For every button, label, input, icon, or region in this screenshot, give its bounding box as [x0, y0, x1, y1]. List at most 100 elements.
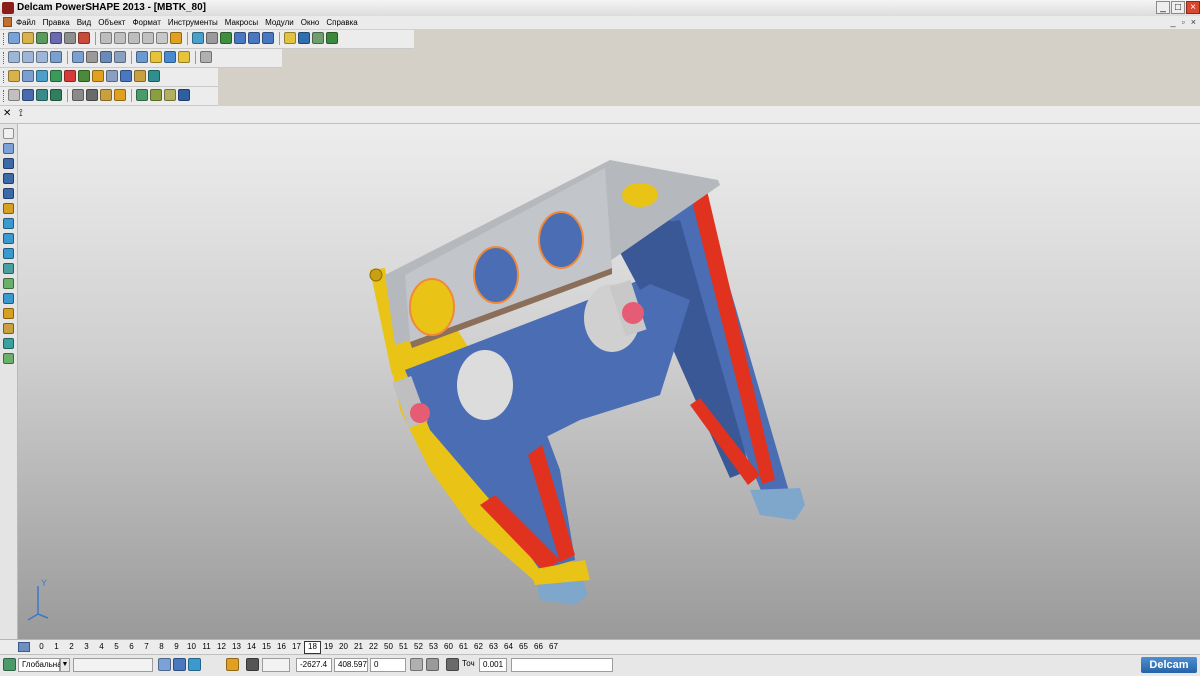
toolbar-tool-icon[interactable] — [136, 51, 148, 63]
level-button[interactable]: 12 — [214, 640, 229, 654]
toolbar-tool-icon[interactable] — [326, 32, 338, 44]
grid-field[interactable] — [262, 658, 290, 672]
level-button[interactable]: 22 — [366, 640, 381, 654]
menu-modules[interactable]: Модули — [265, 16, 294, 29]
toolbar-grip[interactable] — [3, 71, 6, 83]
toolbar-tool-icon[interactable] — [312, 32, 324, 44]
toolbar-tool-icon[interactable] — [136, 89, 148, 101]
workplane-select[interactable]: Глобальная — [18, 658, 66, 672]
level-button[interactable]: 21 — [351, 640, 366, 654]
toolbar-tool-icon[interactable] — [36, 51, 48, 63]
pin-icon[interactable]: ⟟ — [19, 108, 23, 119]
level-button[interactable]: 65 — [516, 640, 531, 654]
side-tool-icon[interactable] — [3, 233, 14, 244]
toolbar-tool-icon[interactable] — [192, 32, 204, 44]
toolbar-tool-icon[interactable] — [100, 89, 112, 101]
menu-file[interactable]: Файл — [16, 16, 36, 29]
toolbar-tool-icon[interactable] — [220, 32, 232, 44]
side-tool-icon[interactable] — [3, 338, 14, 349]
toolbar-tool-icon[interactable] — [164, 51, 176, 63]
snap-icon[interactable] — [173, 658, 186, 671]
side-tool-icon[interactable] — [3, 158, 14, 169]
toolbar-tool-icon[interactable] — [100, 51, 112, 63]
level-button[interactable]: 5 — [109, 640, 124, 654]
maximize-button[interactable]: □ — [1171, 1, 1185, 14]
menu-window[interactable]: Окно — [301, 16, 320, 29]
side-tool-icon[interactable] — [3, 308, 14, 319]
side-tool-icon[interactable] — [3, 128, 14, 139]
toolbar-tool-icon[interactable] — [248, 32, 260, 44]
level-button[interactable]: 13 — [229, 640, 244, 654]
toolbar-tool-icon[interactable] — [164, 89, 176, 101]
coord-mode-icon[interactable] — [410, 658, 423, 671]
toolbar-tool-icon[interactable] — [142, 32, 154, 44]
toolbar-tool-icon[interactable] — [8, 32, 20, 44]
level-button[interactable]: 1 — [49, 640, 64, 654]
side-tool-icon[interactable] — [3, 143, 14, 154]
level-button[interactable]: 2 — [64, 640, 79, 654]
toolbar-tool-icon[interactable] — [72, 89, 84, 101]
toolbar-tool-icon[interactable] — [114, 89, 126, 101]
level-button[interactable]: 6 — [124, 640, 139, 654]
toolbar-tool-icon[interactable] — [120, 70, 132, 82]
levels-icon[interactable] — [18, 642, 30, 652]
toolbar-tool-icon[interactable] — [100, 32, 112, 44]
toolbar-tool-icon[interactable] — [178, 51, 190, 63]
level-button[interactable]: 50 — [381, 640, 396, 654]
level-button[interactable]: 11 — [199, 640, 214, 654]
menu-object[interactable]: Объект — [98, 16, 125, 29]
doc-restore-button[interactable]: ▫ — [1182, 16, 1185, 29]
level-button[interactable]: 67 — [546, 640, 561, 654]
menu-view[interactable]: Вид — [77, 16, 91, 29]
toolbar-tool-icon[interactable] — [36, 70, 48, 82]
toolbar-tool-icon[interactable] — [178, 89, 190, 101]
menu-macros[interactable]: Макросы — [225, 16, 258, 29]
doc-close-button[interactable]: × — [1191, 16, 1196, 29]
coord-mode-icon[interactable] — [426, 658, 439, 671]
coord-z[interactable]: 0 — [370, 658, 406, 672]
toolbar-tool-icon[interactable] — [86, 51, 98, 63]
snap-icon[interactable] — [158, 658, 171, 671]
toolbar-tool-icon[interactable] — [8, 51, 20, 63]
toolbar-tool-icon[interactable] — [298, 32, 310, 44]
toolbar-tool-icon[interactable] — [64, 32, 76, 44]
level-button[interactable]: 7 — [139, 640, 154, 654]
side-tool-icon[interactable] — [3, 248, 14, 259]
toolbar-tool-icon[interactable] — [78, 32, 90, 44]
level-button[interactable]: 51 — [396, 640, 411, 654]
toolbar-grip[interactable] — [3, 33, 6, 45]
level-button[interactable]: 64 — [501, 640, 516, 654]
level-button[interactable]: 60 — [441, 640, 456, 654]
side-tool-icon[interactable] — [3, 173, 14, 184]
toolbar-tool-icon[interactable] — [92, 70, 104, 82]
close-icon[interactable]: ✕ — [3, 108, 11, 119]
toolbar-tool-icon[interactable] — [22, 51, 34, 63]
toolbar-tool-icon[interactable] — [22, 89, 34, 101]
coord-x[interactable]: -2627.4 — [296, 658, 332, 672]
level-button[interactable]: 9 — [169, 640, 184, 654]
toolbar-tool-icon[interactable] — [234, 32, 246, 44]
toolbar-tool-icon[interactable] — [148, 70, 160, 82]
toolbar-tool-icon[interactable] — [8, 89, 20, 101]
toolbar-tool-icon[interactable] — [36, 32, 48, 44]
coord-y[interactable]: 408.597 — [334, 658, 368, 672]
side-tool-icon[interactable] — [3, 323, 14, 334]
side-tool-icon[interactable] — [3, 203, 14, 214]
side-tool-icon[interactable] — [3, 188, 14, 199]
toolbar-tool-icon[interactable] — [64, 70, 76, 82]
side-tool-icon[interactable] — [3, 293, 14, 304]
side-tool-icon[interactable] — [3, 353, 14, 364]
toolbar-tool-icon[interactable] — [8, 70, 20, 82]
level-button[interactable]: 18 — [304, 641, 321, 654]
level-button[interactable]: 14 — [244, 640, 259, 654]
toolbar-grip[interactable] — [3, 90, 6, 102]
toolbar-tool-icon[interactable] — [22, 32, 34, 44]
graphics-viewport[interactable]: Y — [18, 124, 1200, 639]
level-button[interactable]: 17 — [289, 640, 304, 654]
toolbar-tool-icon[interactable] — [50, 70, 62, 82]
level-button[interactable]: 19 — [321, 640, 336, 654]
level-button[interactable]: 8 — [154, 640, 169, 654]
toolbar-tool-icon[interactable] — [50, 51, 62, 63]
app-icon[interactable] — [2, 2, 14, 14]
toolbar-tool-icon[interactable] — [36, 89, 48, 101]
